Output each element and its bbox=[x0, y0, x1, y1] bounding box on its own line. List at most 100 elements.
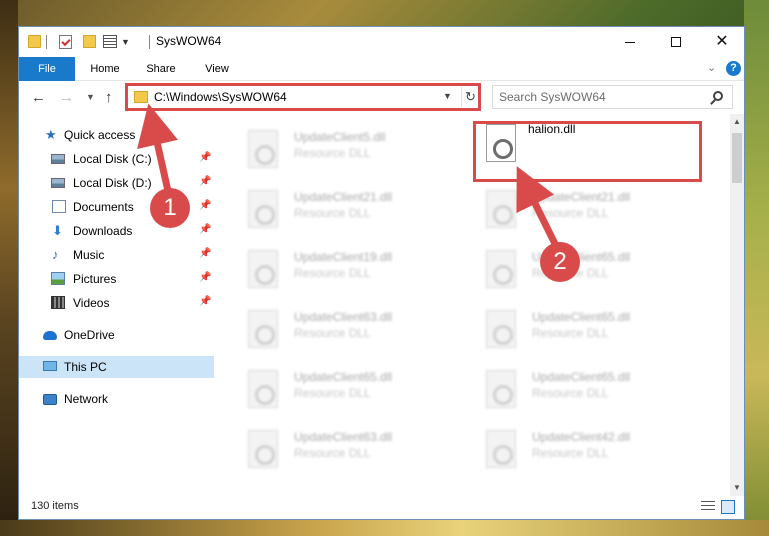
close-icon: ✕ bbox=[715, 33, 729, 50]
sidebar-item-onedrive[interactable]: OneDrive bbox=[19, 324, 214, 346]
file-type: Resource DLL bbox=[294, 206, 371, 220]
new-folder-icon[interactable] bbox=[83, 35, 96, 48]
sidebar-item-videos[interactable]: Videos 📌 bbox=[19, 292, 214, 314]
music-icon: ♪ bbox=[52, 247, 59, 262]
search-box[interactable] bbox=[492, 85, 733, 109]
details-view-icon[interactable] bbox=[701, 501, 715, 513]
folder-icon bbox=[28, 35, 41, 48]
file-type: Resource DLL bbox=[532, 386, 609, 400]
step-2-badge: 2 bbox=[540, 242, 580, 282]
sidebar-item-downloads[interactable]: ⬇ Downloads 📌 bbox=[19, 220, 214, 242]
up-arrow-icon[interactable]: ↑ bbox=[105, 89, 113, 106]
sidebar-item-label: Network bbox=[64, 392, 109, 406]
dll-file-icon bbox=[486, 370, 516, 408]
tab-share[interactable]: Share bbox=[140, 57, 182, 81]
file-item[interactable]: UpdateClient19.dll Resource DLL bbox=[238, 244, 468, 294]
explorer-window: ▼ SysWOW64 ✕ File Home Share View ⌄ ? ← … bbox=[18, 26, 745, 520]
tiles-view-icon[interactable] bbox=[721, 500, 735, 514]
recent-locations-dropdown[interactable]: ▼ bbox=[86, 92, 95, 102]
file-item[interactable]: UpdateClient63.dll Resource DLL bbox=[238, 304, 468, 354]
expand-ribbon-icon[interactable]: ⌄ bbox=[707, 61, 716, 74]
desktop-background-bottom bbox=[0, 520, 769, 536]
sidebar-item-label: Downloads bbox=[73, 224, 133, 238]
file-name: UpdateClient5.dll bbox=[294, 130, 386, 144]
help-icon[interactable]: ? bbox=[726, 61, 741, 76]
file-type: Resource DLL bbox=[294, 446, 371, 460]
vertical-scrollbar[interactable]: ▲ ▼ bbox=[730, 114, 744, 496]
pin-icon[interactable]: 📌 bbox=[199, 248, 211, 259]
pin-icon[interactable]: 📌 bbox=[199, 272, 211, 283]
sidebar-item-label: Music bbox=[73, 248, 105, 262]
desktop-background-left bbox=[0, 0, 18, 536]
sidebar-item-local-disk-c[interactable]: Local Disk (C:) 📌 bbox=[19, 148, 214, 170]
view-options-icon[interactable] bbox=[103, 35, 117, 48]
tab-view[interactable]: View bbox=[197, 57, 237, 81]
scroll-thumb[interactable] bbox=[732, 133, 742, 183]
file-type: Resource DLL bbox=[294, 146, 371, 160]
dll-file-icon bbox=[248, 190, 278, 228]
documents-icon bbox=[52, 200, 66, 213]
search-input[interactable] bbox=[499, 88, 709, 106]
file-type: Resource DLL bbox=[294, 266, 371, 280]
sidebar-item-quick-access[interactable]: ★ Quick access bbox=[19, 124, 214, 146]
search-icon[interactable] bbox=[713, 91, 723, 101]
ribbon-tabs: File Home Share View ⌄ ? bbox=[19, 57, 744, 81]
file-type: Resource DLL bbox=[532, 326, 609, 340]
sidebar-item-label: Local Disk (D:) bbox=[73, 176, 152, 190]
dll-file-icon bbox=[248, 310, 278, 348]
minimize-button[interactable] bbox=[607, 27, 653, 57]
scroll-up-icon[interactable]: ▲ bbox=[733, 117, 741, 126]
file-item[interactable]: UpdateClient63.dll Resource DLL bbox=[238, 424, 468, 474]
dll-file-icon bbox=[486, 430, 516, 468]
sidebar-item-pictures[interactable]: Pictures 📌 bbox=[19, 268, 214, 290]
file-type: Resource DLL bbox=[294, 386, 371, 400]
file-type: Resource DLL bbox=[532, 206, 609, 220]
tab-file[interactable]: File bbox=[19, 57, 75, 81]
pin-icon[interactable]: 📌 bbox=[199, 224, 211, 235]
step-1-badge: 1 bbox=[150, 188, 190, 228]
file-item[interactable]: UpdateClient5.dll Resource DLL bbox=[238, 124, 468, 174]
sidebar-item-label: Documents bbox=[73, 200, 134, 214]
dll-file-icon bbox=[248, 250, 278, 288]
desktop-background-right bbox=[744, 0, 769, 536]
file-name: UpdateClient65.dll bbox=[532, 310, 631, 324]
pin-icon[interactable]: 📌 bbox=[199, 176, 211, 187]
forward-arrow-icon[interactable]: → bbox=[59, 89, 74, 106]
pin-icon[interactable]: 📌 bbox=[199, 152, 211, 163]
sidebar-item-music[interactable]: ♪ Music 📌 bbox=[19, 244, 214, 266]
sidebar-item-label: Videos bbox=[73, 296, 110, 310]
customize-toolbar-dropdown[interactable]: ▼ bbox=[121, 37, 130, 47]
properties-icon[interactable] bbox=[59, 35, 72, 49]
pin-icon[interactable]: 📌 bbox=[199, 296, 211, 307]
scroll-down-icon[interactable]: ▼ bbox=[733, 483, 741, 492]
file-item[interactable]: UpdateClient21.dll Resource DLL bbox=[238, 184, 468, 234]
network-icon bbox=[43, 394, 57, 405]
address-highlight-box bbox=[125, 83, 481, 111]
file-name: UpdateClient21.dll bbox=[294, 190, 393, 204]
dll-file-icon bbox=[486, 250, 516, 288]
sidebar-item-local-disk-d[interactable]: Local Disk (D:) 📌 bbox=[19, 172, 214, 194]
file-name: UpdateClient42.dll bbox=[532, 430, 631, 444]
pin-icon[interactable]: 📌 bbox=[199, 200, 211, 211]
file-name: UpdateClient65.dll bbox=[532, 370, 631, 384]
window-title: SysWOW64 bbox=[156, 34, 222, 48]
sidebar-item-this-pc[interactable]: This PC bbox=[19, 356, 214, 378]
tab-home[interactable]: Home bbox=[85, 57, 125, 81]
file-item[interactable]: UpdateClient65.dll Resource DLL bbox=[476, 304, 706, 354]
dll-file-icon bbox=[248, 370, 278, 408]
dll-file-icon bbox=[248, 430, 278, 468]
back-arrow-icon[interactable]: ← bbox=[31, 89, 46, 106]
sidebar-item-network[interactable]: Network bbox=[19, 388, 214, 410]
file-item[interactable]: UpdateClient65.dll Resource DLL bbox=[476, 244, 706, 294]
maximize-button[interactable] bbox=[653, 27, 699, 57]
file-item[interactable]: UpdateClient21.dll Resource DLL bbox=[476, 184, 706, 234]
sidebar-item-label: This PC bbox=[64, 360, 107, 374]
close-button[interactable]: ✕ bbox=[699, 27, 745, 57]
address-row: ← → ▼ ↑ C:\Windows\SysWOW64 ▼ ↻ bbox=[19, 82, 744, 114]
file-item[interactable]: UpdateClient65.dll Resource DLL bbox=[238, 364, 468, 414]
file-item[interactable]: UpdateClient42.dll Resource DLL bbox=[476, 424, 706, 474]
file-name: UpdateClient65.dll bbox=[294, 370, 393, 384]
drive-icon bbox=[51, 154, 65, 164]
computer-icon bbox=[43, 361, 57, 371]
file-item[interactable]: UpdateClient65.dll Resource DLL bbox=[476, 364, 706, 414]
